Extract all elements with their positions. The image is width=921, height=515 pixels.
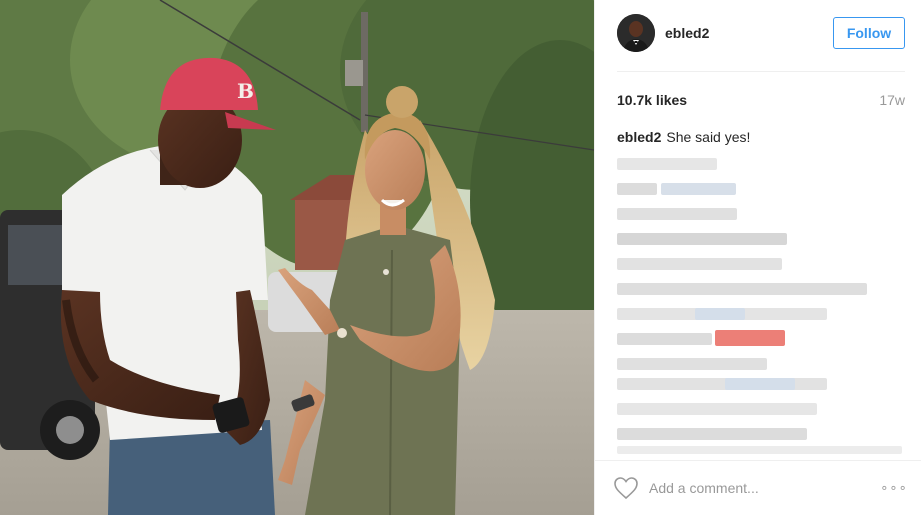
post-side-panel: ebled2 Follow 10.7k likes 17w ebled2 She … — [594, 0, 921, 515]
photo-scene: B — [0, 0, 594, 515]
caption: ebled2 She said yes! — [617, 129, 905, 145]
header-divider — [617, 71, 905, 72]
redacted-line — [617, 333, 712, 345]
ellipsis-icon[interactable]: ∘∘∘ — [880, 477, 907, 499]
redacted-line — [617, 283, 867, 295]
svg-text:B: B — [237, 79, 254, 103]
likes-count[interactable]: 10.7k likes — [617, 92, 687, 108]
post-photo[interactable]: B — [0, 0, 594, 515]
redacted-line — [617, 233, 787, 245]
follow-button[interactable]: Follow — [833, 17, 905, 49]
avatar-image — [617, 14, 655, 52]
redacted-line — [617, 403, 817, 415]
redacted-line — [617, 428, 807, 440]
redacted-line — [725, 378, 795, 390]
redacted-line — [715, 330, 785, 346]
caption-author[interactable]: ebled2 — [617, 129, 661, 145]
comment-input[interactable] — [649, 475, 849, 501]
redacted-line — [617, 183, 657, 195]
redacted-line — [617, 358, 767, 370]
post-age[interactable]: 17w — [879, 92, 905, 108]
author-username[interactable]: ebled2 — [665, 25, 833, 41]
instagram-post: B ebled2 Follow 10.7k likes 17w ebled2 S… — [0, 0, 921, 515]
redacted-line — [661, 183, 736, 195]
redacted-line — [617, 208, 737, 220]
redacted-line — [617, 158, 717, 170]
redacted-line — [695, 308, 745, 320]
redacted-line — [617, 446, 902, 454]
post-header: ebled2 Follow — [617, 13, 905, 53]
post-footer: ∘∘∘ — [595, 460, 921, 515]
author-avatar[interactable] — [617, 14, 655, 52]
redacted-line — [617, 378, 827, 390]
caption-text: She said yes! — [666, 129, 751, 145]
likes-row: 10.7k likes 17w — [617, 92, 905, 108]
heart-outline-icon[interactable] — [613, 476, 639, 500]
redacted-line — [617, 258, 782, 270]
